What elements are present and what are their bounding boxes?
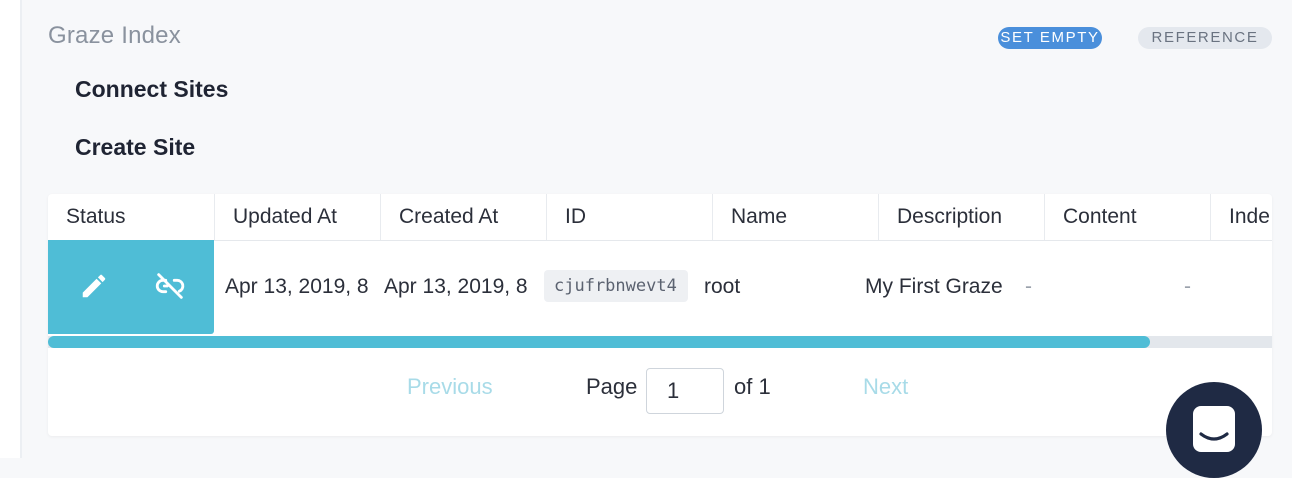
pagination: Previous Page of 1 Next xyxy=(48,348,1272,436)
cell-id[interactable]: cjufrbnwevt4 xyxy=(544,270,688,302)
column-header-created-at[interactable]: Created At xyxy=(381,194,547,240)
column-header-updated-at[interactable]: Updated At xyxy=(215,194,381,240)
cell-index: - xyxy=(1184,275,1191,298)
page-title: Graze Index xyxy=(48,22,181,49)
column-header-content[interactable]: Content xyxy=(1045,194,1211,240)
column-header-name[interactable]: Name xyxy=(713,194,879,240)
cell-content: - xyxy=(1025,275,1032,298)
unlink-icon xyxy=(155,273,185,299)
left-rule xyxy=(0,0,22,458)
cell-updated-at: Apr 13, 2019, 8 xyxy=(225,275,369,298)
status-cell xyxy=(48,240,214,334)
column-header-status[interactable]: Status xyxy=(48,194,215,240)
cell-name: root xyxy=(704,275,741,298)
column-header-description[interactable]: Description xyxy=(879,194,1045,240)
column-header-id[interactable]: ID xyxy=(547,194,713,240)
chat-launcher-button[interactable] xyxy=(1166,382,1262,478)
reference-badge[interactable]: REFERENCE xyxy=(1138,27,1272,49)
horizontal-scrollbar[interactable] xyxy=(48,336,1272,348)
unlink-button[interactable] xyxy=(152,268,188,304)
cell-created-at: Apr 13, 2019, 8 xyxy=(384,275,528,298)
next-button[interactable]: Next xyxy=(863,374,908,400)
connect-sites-link[interactable]: Connect Sites xyxy=(75,76,228,103)
scrollbar-thumb[interactable] xyxy=(48,336,1150,348)
page-label: Page xyxy=(586,374,638,399)
page-count-label: of 1 xyxy=(734,374,771,399)
create-site-link[interactable]: Create Site xyxy=(75,134,195,161)
column-header-index[interactable]: Inde xyxy=(1211,194,1272,240)
chat-icon xyxy=(1193,406,1235,452)
table-header: Status Updated At Created At ID Name Des… xyxy=(48,194,1272,241)
pencil-icon xyxy=(82,274,106,298)
previous-button[interactable]: Previous xyxy=(407,374,493,400)
cell-description: My First Graze xyxy=(865,275,1003,298)
set-empty-badge[interactable]: SET EMPTY xyxy=(998,27,1102,49)
table-row: Apr 13, 2019, 8 Apr 13, 2019, 8 cjufrbnw… xyxy=(48,240,1272,336)
page-number-input[interactable] xyxy=(646,368,724,414)
sites-table: Status Updated At Created At ID Name Des… xyxy=(48,194,1272,436)
edit-button[interactable] xyxy=(76,268,112,304)
